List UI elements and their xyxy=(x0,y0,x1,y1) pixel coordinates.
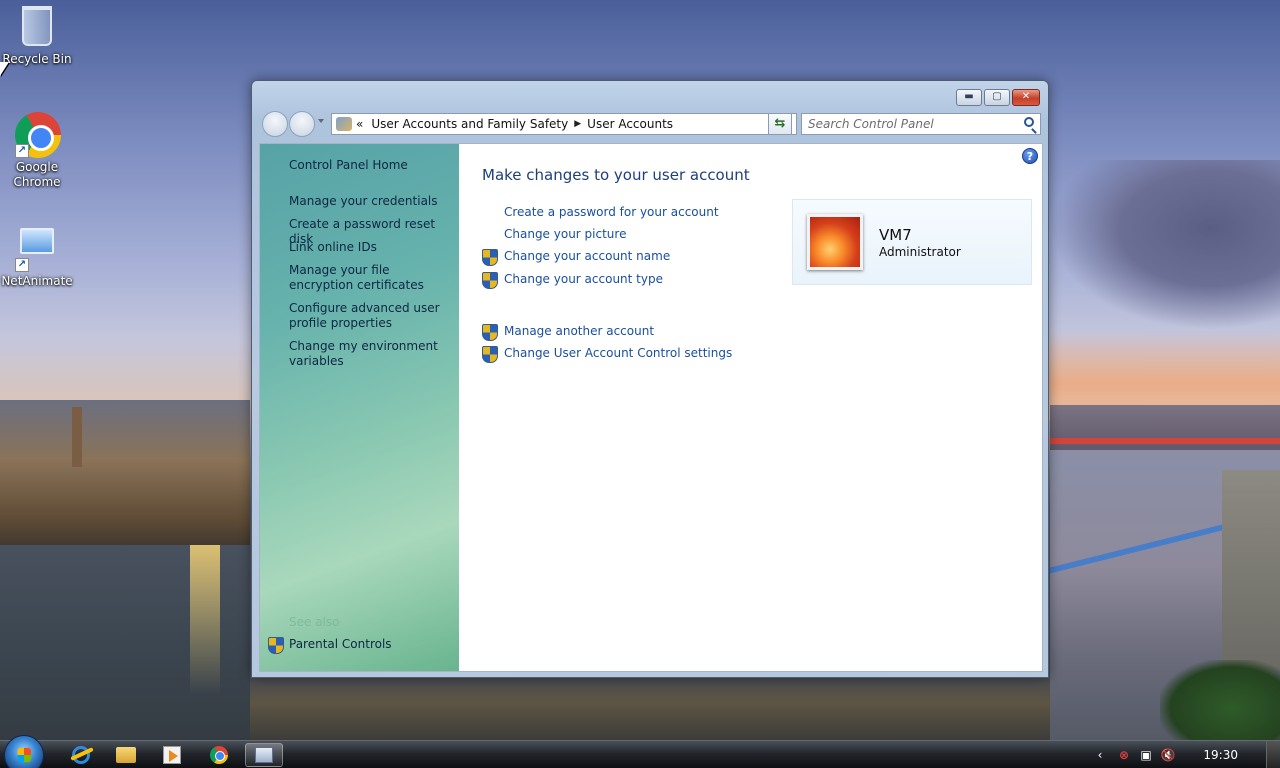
desktop-icon-netanimate[interactable]: ↗ NetAnimate xyxy=(0,222,74,289)
chrome-icon xyxy=(210,746,228,764)
wallpaper-left-city xyxy=(0,400,250,550)
taskbar-media-player[interactable] xyxy=(153,743,191,767)
desktop-icon-recycle-bin[interactable]: Recycle Bin xyxy=(0,6,74,67)
refresh-button[interactable]: ⇆ xyxy=(768,113,792,135)
breadcrumb-user-accounts-and-family-safety[interactable]: User Accounts and Family Safety xyxy=(371,117,568,131)
wallpaper-tower xyxy=(1222,470,1280,670)
taskbar-internet-explorer[interactable] xyxy=(62,743,100,767)
wallpaper-clouds xyxy=(1050,160,1280,330)
uac-shield-icon xyxy=(482,346,498,363)
clock[interactable]: 19:30 xyxy=(1203,748,1238,762)
uac-shield-icon xyxy=(482,324,498,341)
breadcrumb-user-accounts[interactable]: User Accounts xyxy=(587,117,673,131)
media-player-icon xyxy=(163,746,181,764)
help-icon[interactable]: ? xyxy=(1022,148,1038,164)
navigation-bar: « User Accounts and Family Safety ▶ User… xyxy=(260,111,1041,137)
user-account-card: VM7 Administrator xyxy=(792,199,1032,285)
folder-icon xyxy=(116,747,136,763)
taskbar-windows-explorer[interactable] xyxy=(107,743,145,767)
shortcut-arrow-icon: ↗ xyxy=(15,258,29,272)
sidebar-parental-controls[interactable]: Parental Controls xyxy=(289,637,449,652)
back-button[interactable] xyxy=(262,111,288,137)
chrome-icon: ↗ xyxy=(15,112,61,158)
internet-explorer-icon xyxy=(72,746,90,764)
sidebar-link-online-ids[interactable]: Link online IDs xyxy=(289,240,449,255)
see-also-heading: See also xyxy=(289,615,340,629)
task-sidebar: Control Panel Home Manage your credentia… xyxy=(260,144,459,671)
show-hidden-icons-chevron[interactable]: ‹ xyxy=(1092,747,1108,763)
wallpaper-left-tower xyxy=(72,407,82,467)
sidebar-manage-file-encryption-certificates[interactable]: Manage your file encryption certificates xyxy=(289,263,449,293)
address-bar[interactable]: « User Accounts and Family Safety ▶ User… xyxy=(331,113,797,135)
task-change-account-name[interactable]: Change your account name xyxy=(504,249,670,263)
start-button[interactable] xyxy=(4,735,44,768)
desktop-icon-label: NetAnimate xyxy=(1,274,73,288)
window-content: Control Panel Home Manage your credentia… xyxy=(259,143,1043,672)
page-title: Make changes to your user account xyxy=(482,166,750,184)
task-change-account-type[interactable]: Change your account type xyxy=(504,272,663,286)
system-tray: ‹ ⊗ ▣ 🔇 19:30 xyxy=(1090,741,1280,768)
taskbar-chrome[interactable] xyxy=(200,743,238,767)
forward-button[interactable] xyxy=(289,111,315,137)
desktop-icon-google-chrome[interactable]: ↗ Google Chrome xyxy=(0,112,74,190)
wallpaper-trees xyxy=(1160,660,1280,740)
taskbar: ‹ ⊗ ▣ 🔇 19:30 xyxy=(0,735,1280,768)
mouse-cursor-icon xyxy=(0,62,9,76)
shortcut-arrow-icon: ↗ xyxy=(15,144,29,158)
security-alert-icon[interactable]: ⊗ xyxy=(1116,747,1132,763)
main-panel: ? Make changes to your user account Crea… xyxy=(459,144,1042,671)
desktop-icon-label: Google Chrome xyxy=(13,160,61,189)
task-create-password[interactable]: Create a password for your account xyxy=(504,205,719,219)
search-icon[interactable] xyxy=(1024,117,1034,127)
wallpaper-right-bridge xyxy=(1050,438,1280,444)
network-icon[interactable]: ▣ xyxy=(1138,747,1154,763)
volume-muted-icon[interactable]: 🔇 xyxy=(1160,747,1176,763)
control-panel-icon xyxy=(255,747,273,763)
wallpaper-reflection xyxy=(190,545,220,695)
sidebar-change-environment-variables[interactable]: Change my environment variables xyxy=(289,339,449,369)
close-button[interactable]: ✕ xyxy=(1012,89,1040,106)
minimize-button[interactable]: ▬ xyxy=(956,89,982,106)
taskbar-control-panel[interactable] xyxy=(245,743,283,767)
uac-shield-icon xyxy=(482,249,498,266)
show-desktop-button[interactable] xyxy=(1266,741,1280,768)
wallpaper-bottom-water xyxy=(250,678,1050,740)
search-box xyxy=(801,113,1041,135)
recycle-bin-icon xyxy=(15,6,59,50)
task-change-uac-settings[interactable]: Change User Account Control settings xyxy=(504,346,732,360)
address-overflow-chevron[interactable]: « xyxy=(356,117,363,131)
uac-shield-icon xyxy=(268,637,284,654)
sidebar-configure-advanced-user-profile[interactable]: Configure advanced user profile properti… xyxy=(289,301,449,331)
recent-pages-dropdown[interactable] xyxy=(318,119,324,123)
wallpaper-right-city xyxy=(1050,405,1280,455)
search-input[interactable] xyxy=(802,114,1012,134)
network-monitor-icon: ↗ xyxy=(15,228,59,272)
control-panel-window: ▬ ▢ ✕ « User Accounts and Family Safety … xyxy=(251,80,1049,678)
maximize-button[interactable]: ▢ xyxy=(984,89,1010,106)
uac-shield-icon xyxy=(482,272,498,289)
sidebar-control-panel-home[interactable]: Control Panel Home xyxy=(289,158,449,173)
task-manage-another-account[interactable]: Manage another account xyxy=(504,324,654,338)
caption-buttons: ▬ ▢ ✕ xyxy=(956,89,1040,106)
desktop-icon-label: Recycle Bin xyxy=(2,52,72,66)
user-role: Administrator xyxy=(879,245,961,259)
control-panel-icon xyxy=(336,117,352,131)
breadcrumb-separator-icon[interactable]: ▶ xyxy=(574,119,581,129)
sidebar-manage-credentials[interactable]: Manage your credentials xyxy=(289,194,449,209)
user-avatar xyxy=(807,214,863,270)
user-name: VM7 xyxy=(879,226,912,244)
task-change-picture[interactable]: Change your picture xyxy=(504,227,626,241)
